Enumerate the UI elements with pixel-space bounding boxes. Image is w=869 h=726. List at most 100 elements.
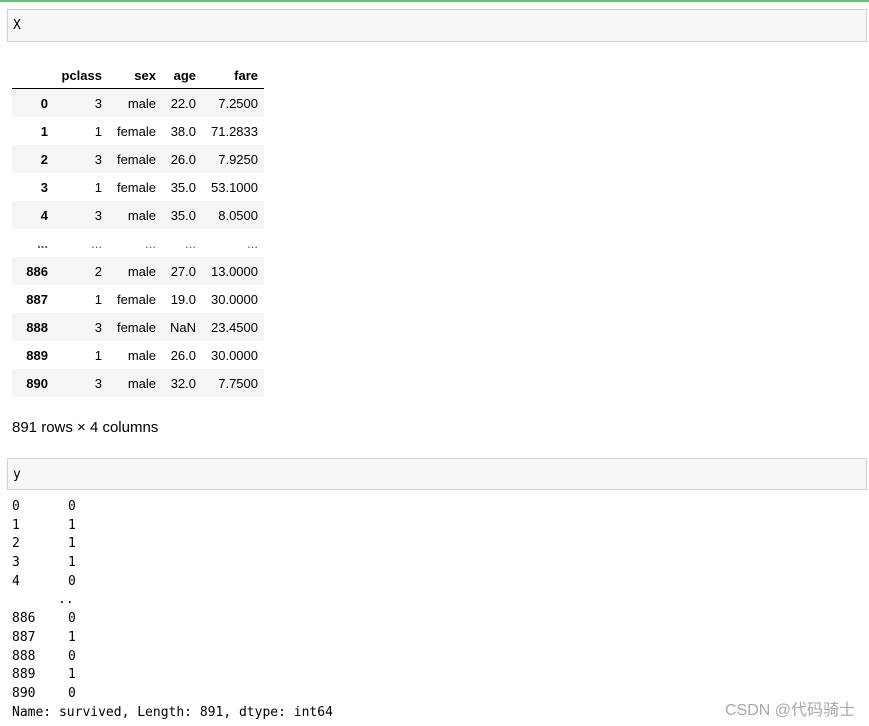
series-value: 0	[68, 685, 76, 701]
series-row: 40	[12, 573, 333, 592]
row-index: 3	[40, 179, 48, 195]
code-input-text: y	[13, 467, 21, 482]
cell-age: 35.0	[170, 207, 196, 223]
cell-pclass: 3	[94, 207, 102, 223]
table-row: ...............	[12, 229, 264, 257]
table-row: 889 1 male 26.0 30.0000	[12, 341, 264, 369]
notebook-top-border	[0, 0, 869, 2]
cell-pclass: 3	[94, 375, 102, 391]
cell-pclass: 3	[94, 151, 102, 167]
series-value: 0	[68, 648, 76, 664]
series-index: 888	[12, 648, 36, 664]
cell-sex: female	[116, 319, 156, 335]
row-index: 4	[40, 207, 48, 223]
series-row: 00	[12, 498, 333, 517]
series-value: 1	[68, 555, 76, 571]
series-value: 1	[68, 629, 76, 645]
series-index: 2	[12, 536, 20, 552]
series-row: 889 1	[12, 666, 333, 685]
cell-pclass: 3	[94, 95, 102, 111]
series-row: 887 1	[12, 629, 333, 648]
cell-age: 32.0	[170, 375, 196, 391]
cell-pclass: 1	[94, 123, 102, 139]
cell-age: 35.0	[170, 179, 196, 195]
series-footer: Name: survived, Length: 891, dtype: int6…	[12, 704, 333, 720]
row-index: 888	[26, 319, 48, 335]
series-ellipsis: ..	[58, 592, 74, 608]
column-header-sex: sex	[108, 62, 162, 89]
series-row: 886 0	[12, 610, 333, 629]
series-row: 888 0	[12, 648, 333, 667]
column-header-fare: fare	[202, 62, 264, 89]
table-row: 0 3 male 22.0 7.2500	[12, 88, 264, 117]
cell-fare: ...	[247, 235, 258, 251]
row-index: 886	[26, 263, 48, 279]
series-index: 889	[12, 667, 36, 683]
table-row: 886 2 male 27.0 13.0000	[12, 257, 264, 285]
cell-sex: male	[127, 347, 156, 363]
row-index: ...	[37, 235, 48, 251]
cell-fare: 71.2833	[211, 123, 258, 139]
cell-sex: female	[116, 123, 156, 139]
table-header-row: pclass sex age fare	[12, 62, 264, 89]
cell-fare: 7.2500	[218, 95, 258, 111]
series-value: 1	[68, 667, 76, 683]
cell-age: 26.0	[170, 151, 196, 167]
column-header-age: age	[162, 62, 202, 89]
series-value: 0	[68, 573, 76, 589]
row-index: 890	[26, 375, 48, 391]
cell-pclass: 2	[94, 263, 102, 279]
cell-pclass: 1	[94, 347, 102, 363]
cell-age: 38.0	[170, 123, 196, 139]
row-index: 1	[40, 123, 48, 139]
cell-fare: 30.0000	[211, 291, 258, 307]
row-index: 0	[40, 95, 48, 111]
table-row: 2 3 female 26.0 7.9250	[12, 145, 264, 173]
table-row: 888 3 female NaN 23.4500	[12, 313, 264, 341]
series-row: 11	[12, 517, 333, 536]
table-row: 4 3 male 35.0 8.0500	[12, 201, 264, 229]
cell-age: 26.0	[170, 347, 196, 363]
cell-age: 19.0	[170, 291, 196, 307]
row-index: 887	[26, 291, 48, 307]
series-row: 890 0	[12, 685, 333, 704]
cell-pclass: 3	[94, 319, 102, 335]
dataframe-output-table: pclass sex age fare 0 3 male 22.0 7.2500 1 1 fe…	[12, 62, 264, 397]
code-input-cell-x[interactable]: X	[7, 9, 867, 42]
cell-pclass: 1	[94, 179, 102, 195]
cell-sex: male	[127, 207, 156, 223]
cell-fare: 13.0000	[211, 263, 258, 279]
code-input-text: X	[13, 18, 21, 33]
cell-fare: 8.0500	[218, 207, 258, 223]
cell-sex: female	[116, 151, 156, 167]
cell-age: ...	[185, 235, 196, 251]
cell-sex: male	[127, 263, 156, 279]
series-index: 1	[12, 517, 20, 533]
cell-sex: ...	[145, 235, 156, 251]
cell-fare: 30.0000	[211, 347, 258, 363]
series-row: 21	[12, 535, 333, 554]
cell-age: NaN	[169, 319, 196, 335]
cell-fare: 53.1000	[211, 179, 258, 195]
cell-fare: 7.7500	[218, 375, 258, 391]
series-index: 4	[12, 573, 20, 589]
cell-sex: male	[127, 375, 156, 391]
code-input-cell-y[interactable]: y	[7, 458, 867, 490]
cell-age: 22.0	[170, 95, 196, 111]
table-row: 3 1 female 35.0 53.1000	[12, 173, 264, 201]
series-value: 1	[68, 517, 76, 533]
series-index: 887	[12, 629, 36, 645]
dataframe-shape-summary: 891 rows × 4 columns	[12, 419, 159, 436]
row-index: 889	[26, 347, 48, 363]
index-header	[12, 62, 54, 89]
cell-age: 27.0	[170, 263, 196, 279]
series-index: 886	[12, 611, 36, 627]
row-index: 2	[40, 151, 48, 167]
cell-sex: female	[116, 179, 156, 195]
cell-fare: 7.9250	[218, 151, 258, 167]
table-row: 890 3 male 32.0 7.7500	[12, 369, 264, 397]
series-value: 0	[68, 499, 76, 514]
table-row: 1 1 female 38.0 71.2833	[12, 117, 264, 145]
cell-sex: male	[127, 95, 156, 111]
csdn-watermark: CSDN @代码骑士	[724, 702, 855, 719]
